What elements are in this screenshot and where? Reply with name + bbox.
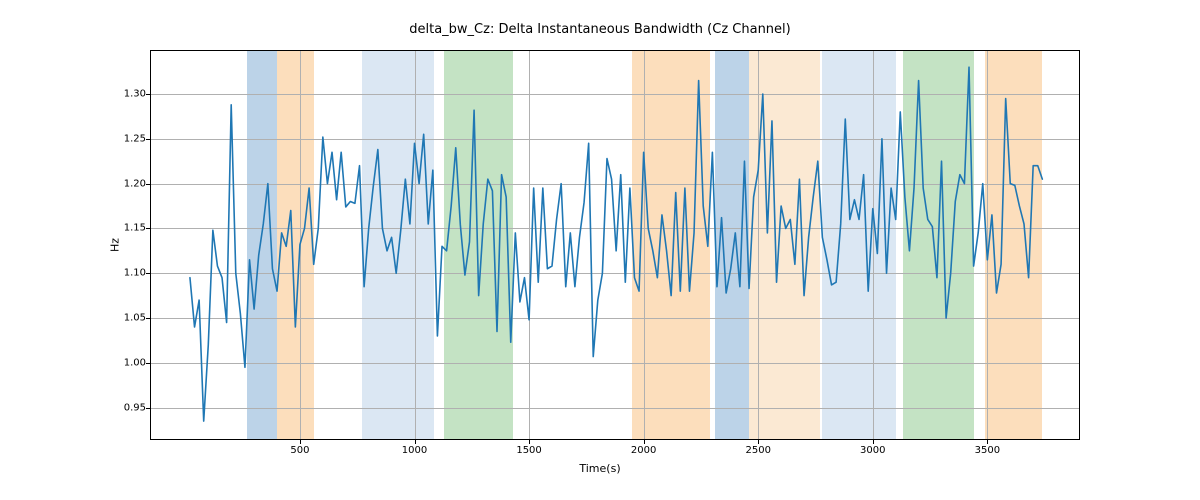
x-tick-label: 1500 <box>516 445 541 456</box>
line-plot <box>151 51 1079 439</box>
y-tick-label: 1.05 <box>86 313 146 324</box>
tick-mark <box>146 184 150 185</box>
x-axis-label: Time(s) <box>0 462 1200 475</box>
axes-area <box>150 50 1080 440</box>
x-tick-label: 2500 <box>745 445 770 456</box>
tick-mark <box>146 228 150 229</box>
tick-mark <box>146 363 150 364</box>
y-tick-label: 0.95 <box>86 402 146 413</box>
tick-mark <box>146 139 150 140</box>
x-tick-label: 3500 <box>975 445 1000 456</box>
figure: delta_bw_Cz: Delta Instantaneous Bandwid… <box>0 0 1200 500</box>
tick-mark <box>644 440 645 444</box>
tick-mark <box>146 273 150 274</box>
x-tick-label: 3000 <box>860 445 885 456</box>
tick-mark <box>146 408 150 409</box>
tick-mark <box>758 440 759 444</box>
chart-title: delta_bw_Cz: Delta Instantaneous Bandwid… <box>0 22 1200 37</box>
tick-mark <box>146 94 150 95</box>
tick-mark <box>415 440 416 444</box>
y-tick-label: 1.00 <box>86 357 146 368</box>
y-axis-label: Hz <box>109 238 122 252</box>
y-tick-label: 1.10 <box>86 268 146 279</box>
x-tick-label: 2000 <box>631 445 656 456</box>
tick-mark <box>873 440 874 444</box>
y-tick-label: 1.30 <box>86 89 146 100</box>
y-tick-label: 1.20 <box>86 178 146 189</box>
y-tick-label: 1.15 <box>86 223 146 234</box>
y-tick-label: 1.25 <box>86 133 146 144</box>
x-tick-label: 500 <box>290 445 309 456</box>
x-tick-label: 1000 <box>402 445 427 456</box>
tick-mark <box>146 318 150 319</box>
tick-mark <box>987 440 988 444</box>
tick-mark <box>529 440 530 444</box>
tick-mark <box>300 440 301 444</box>
